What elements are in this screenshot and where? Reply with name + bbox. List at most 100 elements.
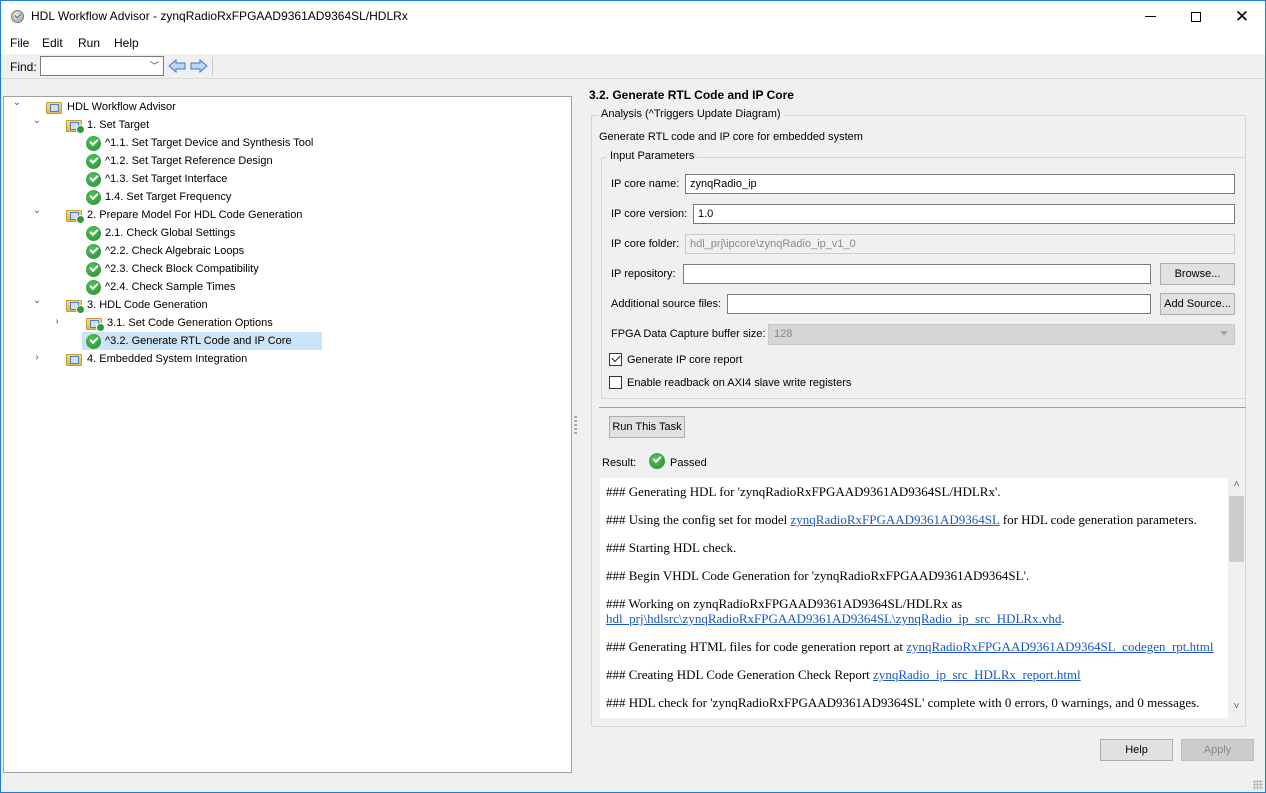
- add-source-button[interactable]: Add Source...: [1160, 293, 1235, 315]
- menu-bar: File Edit Run Help: [1, 32, 1265, 54]
- tree-item-label: 3. HDL Code Generation: [87, 299, 208, 311]
- section-divider: [599, 407, 1246, 408]
- check-icon: [86, 243, 101, 259]
- tree-item-label: 4. Embedded System Integration: [87, 353, 248, 365]
- browse-button[interactable]: Browse...: [1160, 263, 1235, 285]
- ip-repository-input[interactable]: [683, 264, 1151, 284]
- folder-icon: [46, 100, 63, 115]
- tree-item[interactable]: ^1.3. Set Target Interface: [86, 170, 227, 188]
- log-line: ### Starting HDL check.: [606, 540, 1226, 555]
- folder-passed-icon: [66, 118, 85, 134]
- close-icon: ✕: [1234, 6, 1250, 26]
- log-text: ### Using the config set for model: [606, 512, 791, 527]
- ip-core-folder-label: IP core folder:: [611, 238, 680, 250]
- help-button[interactable]: Help: [1100, 739, 1173, 761]
- enable-readback-checkbox[interactable]: [609, 376, 622, 389]
- toolbar: Find: ﹀: [1, 54, 1265, 79]
- check-icon: [86, 225, 101, 241]
- tree-item-label: 3.1. Set Code Generation Options: [107, 317, 273, 329]
- menu-run[interactable]: Run: [78, 36, 100, 50]
- ip-core-version-input[interactable]: 1.0: [693, 204, 1235, 224]
- tree-item-label: ^1.1. Set Target Device and Synthesis To…: [105, 137, 314, 149]
- tree-item[interactable]: 2.1. Check Global Settings: [86, 224, 235, 242]
- chevron-down-icon[interactable]: ⌄: [12, 98, 22, 108]
- scrollbar-thumb[interactable]: [1229, 496, 1244, 562]
- menu-edit[interactable]: Edit: [42, 36, 63, 50]
- check-icon: [86, 189, 101, 205]
- log-link[interactable]: zynqRadio_ip_src_HDLRx_report.html: [873, 667, 1081, 682]
- log-text: ### Generating HTML files for code gener…: [606, 639, 907, 654]
- back-button[interactable]: [168, 58, 186, 74]
- additional-source-files-input[interactable]: [727, 294, 1151, 314]
- log-line: ### Generating HTML files for code gener…: [606, 639, 1226, 654]
- tree-item[interactable]: ^1.1. Set Target Device and Synthesis To…: [86, 134, 313, 152]
- chevron-down-icon: ﹀: [149, 61, 159, 71]
- forward-button[interactable]: [190, 58, 208, 74]
- capture-buffer-size-label: FPGA Data Capture buffer size:: [611, 328, 766, 340]
- log-text: ### Begin VHDL Code Generation for 'zynq…: [606, 568, 1030, 583]
- check-icon: [86, 333, 101, 349]
- ip-core-name-input[interactable]: zynqRadio_ip: [685, 174, 1235, 194]
- log-line: ### Generating HDL for 'zynqRadioRxFPGAA…: [606, 484, 1226, 499]
- tree-item-label: 2. Prepare Model For HDL Code Generation: [87, 209, 303, 221]
- tree-item[interactable]: ^3.2. Generate RTL Code and IP Core: [82, 332, 322, 350]
- log-line: ### Using the config set for model zynqR…: [606, 512, 1226, 527]
- tree-item[interactable]: 3. HDL Code Generation: [66, 296, 208, 314]
- check-icon: [86, 171, 101, 187]
- check-icon: [86, 135, 101, 151]
- menu-help[interactable]: Help: [114, 36, 139, 50]
- tree-item-label: ^1.3. Set Target Interface: [105, 173, 228, 185]
- app-icon: [11, 10, 24, 23]
- close-button[interactable]: ✕: [1219, 1, 1265, 32]
- tree-item[interactable]: 3.1. Set Code Generation Options: [86, 314, 273, 332]
- tree-item[interactable]: HDL Workflow Advisor: [46, 98, 176, 116]
- check-icon: [86, 153, 101, 169]
- log-line: ### Begin VHDL Code Generation for 'zynq…: [606, 568, 1226, 583]
- tree-item[interactable]: ^2.3. Check Block Compatibility: [86, 260, 259, 278]
- log-link[interactable]: zynqRadioRxFPGAAD9361AD9364SL_codegen_rp…: [906, 639, 1213, 654]
- chevron-right-icon[interactable]: ›: [52, 317, 62, 327]
- log-text: ### Creating HDL Code Generation Check R…: [606, 667, 874, 682]
- scroll-up-icon[interactable]: ˄: [1228, 479, 1245, 496]
- scroll-down-icon[interactable]: ˅: [1228, 701, 1245, 718]
- find-combobox[interactable]: ﹀: [40, 56, 164, 76]
- splitter-handle[interactable]: [574, 416, 577, 436]
- log-link[interactable]: zynqRadioRxFPGAAD9361AD9364SL: [791, 512, 1000, 527]
- tree-item-label: ^2.2. Check Algebraic Loops: [105, 245, 245, 257]
- tree-item[interactable]: ^2.4. Check Sample Times: [86, 278, 236, 296]
- minimize-button[interactable]: [1127, 1, 1173, 32]
- chevron-down-icon[interactable]: ⌄: [32, 206, 42, 216]
- tree-item[interactable]: 1.4. Set Target Frequency: [86, 188, 231, 206]
- log-line: ### Creating HDL Code Generation Check R…: [606, 667, 1226, 682]
- run-this-task-button[interactable]: Run This Task: [609, 416, 685, 438]
- check-icon: [86, 279, 101, 295]
- log-line: ### HDL check for 'zynqRadioRxFPGAAD9361…: [606, 695, 1226, 710]
- input-parameters-legend: Input Parameters: [607, 150, 698, 162]
- tree-item-label: 2.1. Check Global Settings: [105, 227, 236, 239]
- result-status: Passed: [670, 457, 707, 469]
- generate-ip-core-report-checkbox[interactable]: [609, 353, 622, 366]
- log-link[interactable]: hdl_prj\hdlsrc\zynqRadioRxFPGAAD9361AD93…: [606, 611, 1061, 626]
- log-scrollbar[interactable]: ˄ ˅: [1228, 478, 1245, 718]
- tree-item[interactable]: 4. Embedded System Integration: [66, 350, 247, 368]
- maximize-button[interactable]: [1173, 1, 1219, 32]
- chevron-right-icon[interactable]: ›: [32, 353, 42, 363]
- folder-passed-icon: [66, 208, 85, 224]
- window-title: HDL Workflow Advisor - zynqRadioRxFPGAAD…: [31, 9, 408, 23]
- arrow-left-icon: [168, 58, 186, 74]
- ip-core-version-label: IP core version:: [611, 208, 688, 220]
- tree-item[interactable]: ^1.2. Set Target Reference Design: [86, 152, 273, 170]
- tree-item-label: 1. Set Target: [87, 119, 150, 131]
- menu-file[interactable]: File: [10, 36, 29, 50]
- log-line: ### Working on zynqRadioRxFPGAAD9361AD93…: [606, 596, 1226, 626]
- log-text: ### Generating HDL for 'zynqRadioRxFPGAA…: [606, 484, 1001, 499]
- tree-item-label: ^2.3. Check Block Compatibility: [105, 263, 259, 275]
- tree-item[interactable]: ^2.2. Check Algebraic Loops: [86, 242, 244, 260]
- tree-item[interactable]: 2. Prepare Model For HDL Code Generation: [66, 206, 302, 224]
- chevron-down-icon[interactable]: ⌄: [32, 116, 42, 126]
- tree-item[interactable]: 1. Set Target: [66, 116, 149, 134]
- resize-grip[interactable]: [1253, 780, 1263, 790]
- chevron-down-icon[interactable]: ⌄: [32, 296, 42, 306]
- tree-item-label: HDL Workflow Advisor: [67, 101, 176, 113]
- title-bar: HDL Workflow Advisor - zynqRadioRxFPGAAD…: [1, 1, 1265, 32]
